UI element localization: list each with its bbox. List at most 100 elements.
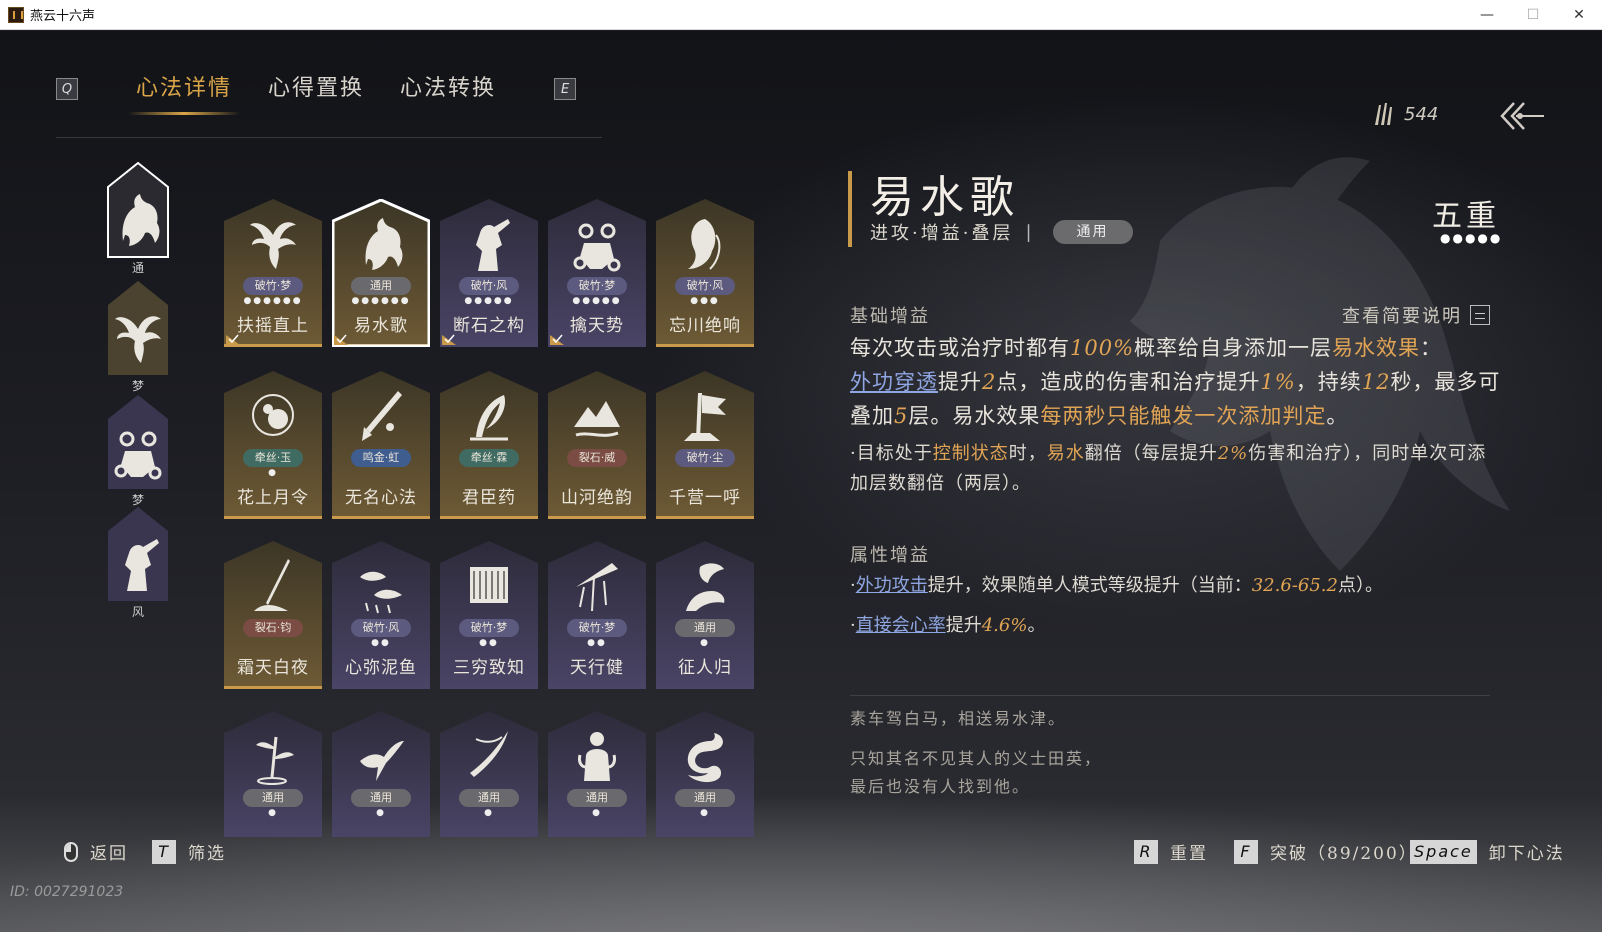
heart-method-card[interactable]: 裂石·钧 霜天白夜	[224, 541, 322, 689]
category-label: 风	[131, 605, 144, 619]
heart-method-card[interactable]: 破竹·风 ●● 心弥泥鱼	[332, 541, 430, 689]
heart-method-card[interactable]: 裂石·威 山河绝韵	[548, 371, 646, 519]
spear-icon	[254, 559, 290, 611]
heart-method-card[interactable]: 通用 ●	[224, 711, 322, 837]
next-tab-key[interactable]: E	[554, 78, 577, 100]
category-label: 梦	[131, 379, 144, 393]
card-school-tag: 牵丝·玉	[243, 449, 303, 467]
unequip-label: 卸下心法	[1488, 844, 1565, 864]
card-school-tag: 通用	[243, 789, 303, 807]
heart-method-card[interactable]: 鸣金·虹 无名心法	[332, 371, 430, 519]
breakthrough-label: 突破（89/200）	[1270, 844, 1418, 864]
horse-icon	[365, 218, 403, 270]
tab-method-conversion[interactable]: 心法转换	[382, 69, 514, 109]
rank-dots: ●●●●●	[1440, 231, 1503, 245]
heart-method-card[interactable]: 破竹·尘 千营一呼	[656, 371, 754, 519]
card-school-tag: 通用	[351, 789, 411, 807]
lore-line-1: 素车驾白马，相送易水津。	[850, 709, 1067, 728]
banner-icon	[684, 393, 726, 441]
card-rank-dots: ●	[268, 468, 278, 478]
card-school-tag: 破竹·风	[459, 277, 519, 295]
heart-method-card[interactable]: 通用 ●	[656, 711, 754, 837]
tabs-divider	[56, 137, 602, 138]
card-name: 花上月令	[237, 488, 309, 508]
player-id: ID: 0027291023	[10, 884, 124, 900]
heart-method-card[interactable]: 通用 ●	[332, 711, 430, 837]
base-bonus-text: 每次攻击或治疗时都有100%概率给自身添加一层易水效果： 外功穿透提升2点，造成的…	[850, 331, 1504, 433]
mouse-right-click-icon	[64, 841, 78, 862]
tab-insight-exchange[interactable]: 心得置换	[250, 69, 382, 109]
card-name: 三穷致知	[453, 658, 525, 678]
attribute-bonus-line-1: ·外功攻击提升，效果随单人模式等级提升（当前：32.6-65.2点）。	[850, 571, 1504, 601]
close-button[interactable]: ✕	[1556, 0, 1602, 30]
sword-icon	[362, 391, 402, 441]
category-filter-0[interactable]: 通	[106, 161, 170, 276]
text-run: 点，造成的伤害和治疗提升	[996, 370, 1261, 394]
text-run: 32.6-65.2	[1251, 575, 1338, 596]
maximize-button[interactable]: ☐	[1510, 0, 1556, 30]
list-icon	[1470, 305, 1490, 325]
view-brief-description-button[interactable]: 查看简要说明	[1342, 302, 1490, 328]
heart-method-card[interactable]: 通用 ●●●●●● 易水歌	[332, 199, 430, 347]
app-icon	[8, 6, 24, 23]
category-filter-3[interactable]: 风	[106, 505, 170, 620]
back-label: 返回	[90, 844, 128, 864]
card-rank-dots: ●●●●●●	[351, 296, 411, 306]
heart-method-card[interactable]: 牵丝·玉 ● 花上月令	[224, 371, 322, 519]
heart-method-card[interactable]: 牵丝·霖 君臣药	[440, 371, 538, 519]
category-shield	[108, 281, 168, 375]
keyword-link-external-penetration[interactable]: 外功穿透	[850, 370, 938, 394]
category-filter-1[interactable]: 梦	[106, 279, 170, 394]
heart-method-card[interactable]: 破竹·梦 ●● 三穷致知	[440, 541, 538, 689]
window-title: 燕云十六声	[30, 9, 96, 24]
text-run: ，持续	[1295, 370, 1362, 394]
eagle-icon	[250, 222, 296, 269]
heart-method-card[interactable]: 破竹·梦 ●●●●● 擒天势	[548, 199, 646, 347]
heart-method-card[interactable]: 通用 ●	[440, 711, 538, 837]
tab-heart-method-details[interactable]: 心法详情	[118, 69, 250, 115]
heart-method-card[interactable]: 破竹·梦 ●●●●●● 扶摇直上	[224, 199, 322, 347]
unequip-button[interactable]: Space 卸下心法	[1410, 839, 1565, 864]
text-run: 时，	[1008, 443, 1047, 464]
filter-label: 筛选	[188, 844, 226, 864]
equipped-check-icon	[334, 334, 348, 345]
card-rank-dots: ●●	[587, 638, 607, 648]
heart-method-card[interactable]: 通用 ●	[548, 711, 646, 837]
filter-button[interactable]: T 筛选	[152, 839, 226, 864]
heart-method-card[interactable]: 破竹·风 ●●●●● 断石之构	[440, 199, 538, 347]
back-button[interactable]: 返回	[64, 839, 128, 864]
reset-label: 重置	[1170, 844, 1208, 864]
brief-link-label: 查看简要说明	[1342, 306, 1462, 327]
prev-tab-key[interactable]: Q	[56, 78, 78, 100]
reset-button[interactable]: R 重置	[1134, 839, 1208, 864]
breakthrough-button[interactable]: F 突破（89/200）	[1234, 839, 1418, 864]
fish-icon	[360, 571, 402, 614]
method-school-pill: 通用	[1052, 220, 1133, 244]
card-school-tag: 通用	[567, 789, 627, 807]
text-run: 4.6%	[981, 615, 1028, 636]
heart-method-card[interactable]: 破竹·梦 ●● 天行健	[548, 541, 646, 689]
minimize-button[interactable]: —	[1464, 0, 1510, 30]
card-school-tag: 破竹·梦	[567, 277, 627, 295]
card-school-tag: 破竹·梦	[459, 619, 519, 637]
category-filter-2[interactable]: 梦	[106, 393, 170, 508]
keyword-link-direct-crit-rate[interactable]: 直接会心率	[856, 615, 946, 636]
text-run: 2	[982, 370, 997, 394]
text-run: ：	[1420, 336, 1443, 360]
card-name: 无名心法	[345, 488, 417, 508]
keyword-link-external-attack[interactable]: 外功攻击	[856, 575, 928, 596]
spirit-icon	[688, 219, 721, 270]
back-arrow-icon[interactable]	[1500, 99, 1546, 133]
text-run: 1%	[1260, 370, 1296, 394]
attribute-bonus-line-2: ·直接会心率提升4.6%。	[850, 611, 1504, 641]
card-rank-dots: ●●●●●	[572, 296, 622, 306]
card-rank-dots: ●	[268, 808, 278, 818]
card-name: 山河绝韵	[561, 488, 633, 508]
card-rank-dots: ●	[376, 808, 386, 818]
card-rank-dots: ●●	[371, 638, 391, 648]
method-types: 进攻·增益·叠层	[870, 223, 1014, 244]
card-rank-dots: ●●●●●	[464, 296, 514, 306]
heart-method-card[interactable]: 破竹·风 ●●● 忘川绝响	[656, 199, 754, 347]
heart-method-card[interactable]: 通用 ● 征人归	[656, 541, 754, 689]
card-name: 心弥泥鱼	[345, 658, 417, 678]
